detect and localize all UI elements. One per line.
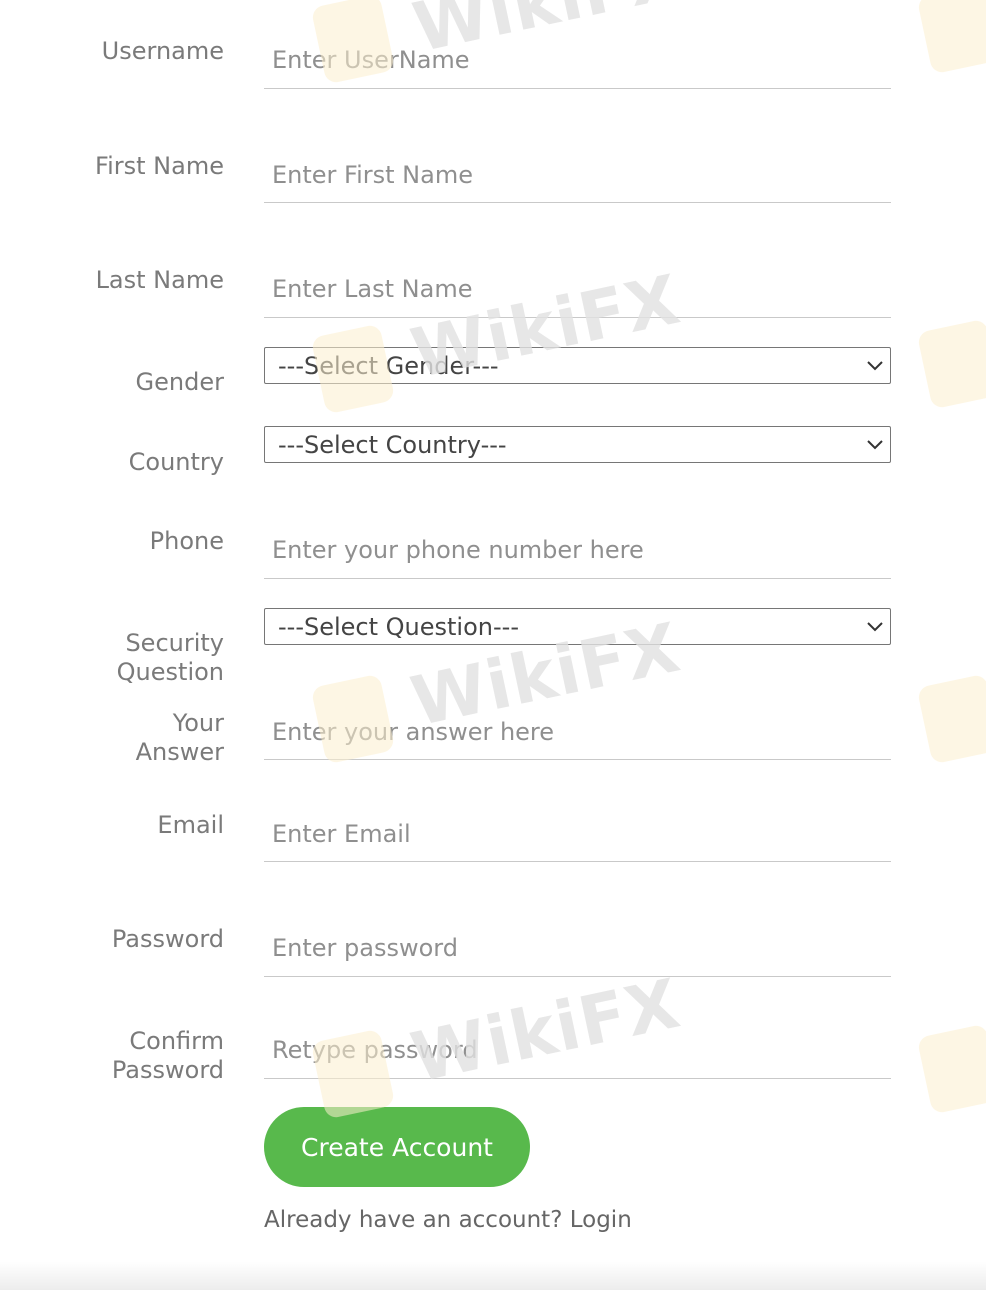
country-label: Country [128, 448, 224, 476]
answer-field-wrapper [264, 704, 891, 760]
registration-form: Username First Name Last Name Gender ---… [0, 0, 986, 1290]
answer-label-line1: Your [172, 709, 224, 737]
answer-label-line2: Answer [135, 738, 224, 766]
email-input[interactable] [264, 806, 891, 861]
username-field-wrapper [264, 32, 891, 89]
phone-input[interactable] [264, 522, 891, 578]
login-prompt-text: Already have an account? [264, 1207, 563, 1233]
answer-label: Your Answer [84, 709, 224, 767]
security-question-label: Security Question [84, 629, 224, 687]
password-label: Password [111, 925, 224, 953]
country-select-value: ---Select Country--- [278, 430, 507, 459]
login-link[interactable]: Login [570, 1207, 632, 1233]
first-name-input[interactable] [264, 147, 891, 202]
chevron-down-icon [866, 357, 884, 375]
login-prompt: Already have an account? Login [264, 1207, 632, 1233]
phone-label: Phone [149, 527, 224, 555]
password-field-wrapper [264, 920, 891, 977]
bottom-shadow [0, 1262, 986, 1290]
answer-input[interactable] [264, 704, 891, 759]
last-name-label: Last Name [95, 266, 224, 294]
username-input[interactable] [264, 32, 891, 88]
security-question-label-line1: Security [125, 629, 224, 657]
chevron-down-icon [866, 618, 884, 636]
confirm-password-label-line1: Confirm [129, 1027, 224, 1055]
first-name-field-wrapper [264, 147, 891, 203]
password-input[interactable] [264, 920, 891, 976]
confirm-password-label: Confirm Password [84, 1027, 224, 1085]
security-question-label-line2: Question [116, 658, 224, 686]
first-name-label: First Name [95, 152, 224, 180]
confirm-password-label-line2: Password [111, 1056, 224, 1084]
chevron-down-icon [866, 436, 884, 454]
username-label: Username [101, 37, 224, 65]
create-account-button[interactable]: Create Account [264, 1107, 530, 1187]
gender-label: Gender [135, 368, 224, 396]
email-label: Email [157, 811, 224, 839]
phone-field-wrapper [264, 522, 891, 579]
email-field-wrapper [264, 806, 891, 862]
country-select[interactable]: ---Select Country--- [264, 426, 891, 463]
